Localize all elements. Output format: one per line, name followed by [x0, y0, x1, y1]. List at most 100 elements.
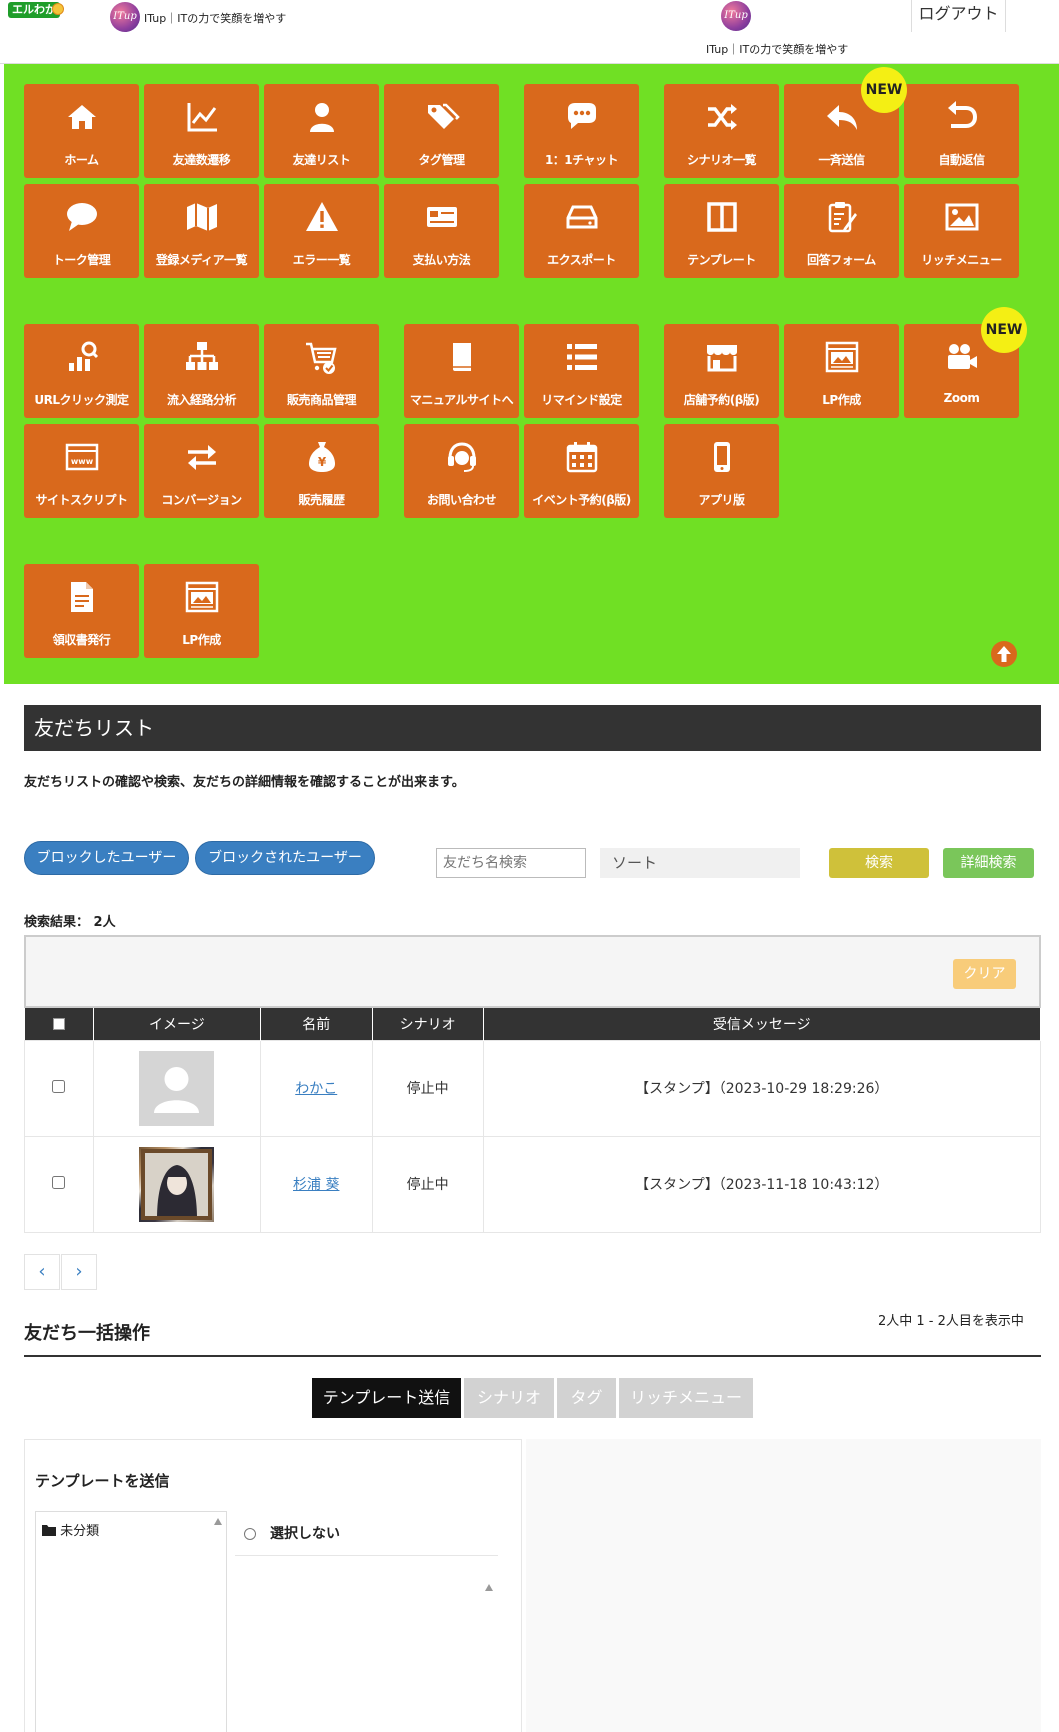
- default-avatar: [139, 1050, 215, 1126]
- menu-tile-payment[interactable]: 支払い方法: [384, 184, 499, 278]
- headset-icon: [448, 442, 476, 472]
- blocked-users-button[interactable]: ブロックしたユーザー: [24, 841, 189, 875]
- menu-tile-label: 友達数遷移: [172, 153, 231, 167]
- arrow-up-circle-icon[interactable]: [991, 641, 1017, 667]
- menu-tile-tags[interactable]: タグ管理: [384, 84, 499, 178]
- menu-tile-label: エラー一覧: [292, 253, 351, 267]
- message-cell: 【スタンプ】（2023-10-29 18:29:26）: [482, 1039, 1042, 1137]
- menu-tile-lp-2[interactable]: LP作成: [144, 564, 259, 658]
- radio-none-option[interactable]: 選択しない: [244, 1523, 340, 1543]
- menu-tile-label: 流入経路分析: [166, 393, 237, 407]
- menu-tile-label: イベント予約(β版): [532, 493, 631, 507]
- next-page-button[interactable]: ›: [61, 1254, 97, 1290]
- menu-tile-export[interactable]: エクスポート: [524, 184, 639, 278]
- reply-icon: [827, 105, 857, 130]
- menu-tile-errors[interactable]: エラー一覧: [264, 184, 379, 278]
- menu-tile-manual[interactable]: マニュアルサイトへ: [404, 324, 519, 418]
- logout-button[interactable]: ログアウト: [911, 0, 1006, 32]
- friend-search-input[interactable]: [436, 848, 586, 878]
- menu-tile-talk[interactable]: トーク管理: [24, 184, 139, 278]
- page-info: 2人中 1 - 2人目を表示中: [878, 1314, 1024, 1329]
- menu-tile-receipt[interactable]: 領収書発行: [24, 564, 139, 658]
- menu-tile-remind[interactable]: リマインド設定: [524, 324, 639, 418]
- row-checkbox[interactable]: [52, 1079, 66, 1093]
- menu-tile-label: お問い合わせ: [426, 493, 497, 507]
- menu-tile-app[interactable]: アプリ版: [664, 424, 779, 518]
- folder-item[interactable]: 未分類: [42, 1520, 99, 1540]
- menu-tile-inflow[interactable]: 流入経路分析: [144, 324, 259, 418]
- chat-bubble-icon: [568, 103, 596, 129]
- brand-logo-center[interactable]: ITup: [721, 1, 751, 31]
- radio-button[interactable]: [244, 1528, 256, 1540]
- sort-select[interactable]: ソート: [600, 848, 800, 878]
- scenario-cell: 停止中: [371, 1039, 484, 1137]
- select-all-checkbox-cell[interactable]: [24, 1008, 94, 1040]
- map-icon: [187, 203, 217, 231]
- menu-tile-label: アプリ版: [698, 493, 745, 507]
- scroll-up-arrow[interactable]: [485, 1584, 493, 1591]
- result-count: 検索結果： 2人: [24, 915, 116, 930]
- svg-text:¥: ¥: [318, 455, 327, 469]
- menu-tile-products[interactable]: 販売商品管理: [264, 324, 379, 418]
- friend-name-link[interactable]: 杉浦 葵: [293, 1177, 339, 1193]
- menu-tile-lp[interactable]: LP作成: [784, 324, 899, 418]
- menu-tile-label: シナリオ一覧: [686, 153, 757, 167]
- tab-template-send[interactable]: テンプレート送信: [312, 1378, 461, 1418]
- menu-tile-auto-reply[interactable]: 自動返信: [904, 84, 1019, 178]
- menu-tile-label: 領収書発行: [52, 633, 111, 647]
- tab-rich-menu[interactable]: リッチメニュー: [619, 1378, 753, 1418]
- blocked-by-users-button[interactable]: ブロックされたユーザー: [195, 841, 375, 875]
- video-camera-icon: [948, 344, 977, 369]
- receipt-icon: [71, 582, 93, 612]
- menu-tile-label: 販売商品管理: [286, 393, 357, 407]
- column-header: イメージ: [93, 1008, 261, 1040]
- home-icon: [68, 105, 96, 129]
- select-all-checkbox[interactable]: [52, 1017, 65, 1030]
- menu-tile-url-click[interactable]: URLクリック測定: [24, 324, 139, 418]
- menu-tile-friend-stats[interactable]: 友達数遷移: [144, 84, 259, 178]
- menu-panel: ホーム 友達数遷移 友達リスト タグ管理 1：1チャット シナリオ一覧 一斉送信…: [4, 64, 1059, 684]
- menu-tile-label: コンバージョン: [161, 493, 242, 507]
- speech-bubble-icon: [67, 203, 97, 231]
- menu-tile-sales-history[interactable]: ¥ 販売履歴: [264, 424, 379, 518]
- menu-tile-rich-menu[interactable]: リッチメニュー: [904, 184, 1019, 278]
- brand-tagline: ITup｜ITの力で笑顔を増やす: [144, 12, 287, 25]
- menu-tile-chat[interactable]: 1：1チャット: [524, 84, 639, 178]
- search-button[interactable]: 検索: [829, 848, 929, 878]
- tab-tag[interactable]: タグ: [557, 1378, 616, 1418]
- menu-tile-scenarios[interactable]: シナリオ一覧: [664, 84, 779, 178]
- detail-search-button[interactable]: 詳細検索: [943, 848, 1034, 878]
- menu-tile-site-script[interactable]: www サイトスクリプト: [24, 424, 139, 518]
- friends-table: イメージ 名前 シナリオ 受信メッセージ わかこ 停止中 【スタンプ】（2023…: [24, 1008, 1042, 1233]
- menu-tile-label: 1：1チャット: [544, 153, 619, 167]
- menu-tile-contact[interactable]: お問い合わせ: [404, 424, 519, 518]
- column-header: シナリオ: [372, 1008, 484, 1040]
- template-preview-area: [526, 1439, 1041, 1732]
- brand-logo[interactable]: ITup: [110, 2, 140, 32]
- menu-tile-conversion[interactable]: コンバージョン: [144, 424, 259, 518]
- tab-scenario[interactable]: シナリオ: [464, 1378, 554, 1418]
- menu-tile-media[interactable]: 登録メディア一覧: [144, 184, 259, 278]
- menu-tile-answer-form[interactable]: 回答フォーム: [784, 184, 899, 278]
- divider: [235, 1555, 498, 1556]
- new-badge: NEW: [981, 307, 1027, 353]
- cart-check-icon: [306, 342, 337, 374]
- row-checkbox-cell: [24, 1135, 94, 1233]
- menu-tile-friend-list[interactable]: 友達リスト: [264, 84, 379, 178]
- menu-tile-store-reservation[interactable]: 店舗予約(β版): [664, 324, 779, 418]
- friend-name-link[interactable]: わかこ: [295, 1081, 337, 1097]
- folder-list[interactable]: 未分類: [35, 1511, 227, 1732]
- scroll-up-arrow[interactable]: [214, 1518, 222, 1525]
- template-list[interactable]: [235, 1570, 498, 1732]
- site-badge-icon: [52, 3, 64, 15]
- image-cell: [92, 1039, 261, 1137]
- row-checkbox[interactable]: [52, 1175, 66, 1189]
- clear-button[interactable]: クリア: [953, 959, 1016, 989]
- list-icon: [567, 344, 597, 370]
- new-badge: NEW: [861, 67, 907, 113]
- menu-tile-event-reservation[interactable]: イベント予約(β版): [524, 424, 639, 518]
- prev-page-button[interactable]: ‹: [24, 1254, 60, 1290]
- menu-tile-home[interactable]: ホーム: [24, 84, 139, 178]
- menu-tile-template[interactable]: テンプレート: [664, 184, 779, 278]
- menu-tile-label: 登録メディア一覧: [155, 253, 248, 267]
